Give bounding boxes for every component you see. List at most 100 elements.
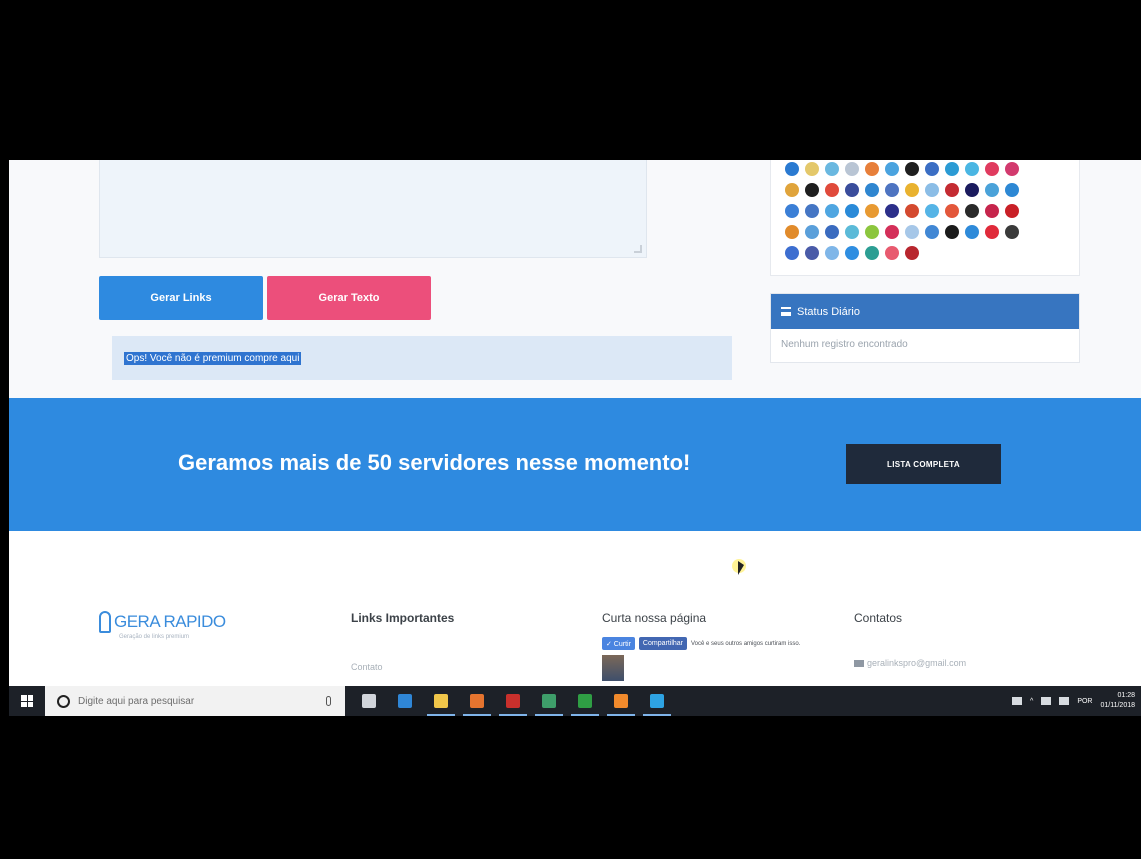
server-logo-icon[interactable]	[785, 246, 799, 260]
taskbar-firefox-button[interactable]	[459, 686, 495, 716]
server-logo-icon[interactable]	[865, 204, 879, 218]
lista-completa-button[interactable]: LISTA COMPLETA	[846, 444, 1001, 484]
server-logo-icon[interactable]	[925, 162, 939, 176]
server-logo-icon[interactable]	[925, 204, 939, 218]
taskbar-search-placeholder: Digite aqui para pesquisar	[78, 695, 195, 707]
tray-expand-icon[interactable]: ^	[1030, 698, 1033, 705]
server-logo-icon[interactable]	[905, 183, 919, 197]
fb-compartilhar-button[interactable]: Compartilhar	[638, 637, 687, 650]
server-logo-icon[interactable]	[825, 162, 839, 176]
server-logo-icon[interactable]	[1005, 162, 1019, 176]
server-logo-icon[interactable]	[785, 225, 799, 239]
start-button[interactable]	[9, 686, 45, 716]
windows-taskbar: Digite aqui para pesquisar ^ POR 01:28 0…	[9, 686, 1141, 716]
server-logo-icon[interactable]	[785, 204, 799, 218]
contatos-title: Contatos	[854, 611, 903, 625]
desktop-screen: Gerar Links Gerar Texto Ops! Você não é …	[9, 160, 1141, 716]
links-importantes-title: Links Importantes	[351, 611, 455, 625]
server-logo-icon[interactable]	[1005, 225, 1019, 239]
server-logo-icon[interactable]	[845, 183, 859, 197]
server-logo-icon[interactable]	[865, 183, 879, 197]
language-indicator[interactable]: POR	[1077, 698, 1092, 705]
premium-alert-link[interactable]: Ops! Você não é premium compre aqui	[124, 351, 302, 365]
network-icon[interactable]	[1041, 697, 1052, 705]
server-logo-icon[interactable]	[865, 162, 879, 176]
taskbar-xampp-button[interactable]	[603, 686, 639, 716]
server-logo-icon[interactable]	[985, 162, 999, 176]
server-logo-icon[interactable]	[805, 246, 819, 260]
facebook-like-widget: ✓ Curtir Compartilhar Você e seus outros…	[602, 637, 800, 650]
server-logo-icon[interactable]	[885, 225, 899, 239]
server-logo-icon[interactable]	[845, 246, 859, 260]
contact-email-text: geralinkspro@gmail.com	[867, 658, 967, 668]
logo-mark-icon	[99, 611, 111, 633]
contact-email[interactable]: geralinkspro@gmail.com	[854, 658, 966, 668]
server-logo-icon[interactable]	[825, 225, 839, 239]
server-logo-icon[interactable]	[985, 225, 999, 239]
server-logo-icon[interactable]	[805, 162, 819, 176]
links-textarea[interactable]	[99, 160, 647, 258]
server-logo-icon[interactable]	[925, 183, 939, 197]
server-logo-icon[interactable]	[905, 162, 919, 176]
mouse-cursor-icon	[738, 561, 744, 575]
server-logo-icon[interactable]	[805, 183, 819, 197]
server-logo-icon[interactable]	[845, 225, 859, 239]
taskbar-app-green-button[interactable]	[531, 686, 567, 716]
server-logo-icon[interactable]	[885, 246, 899, 260]
fb-curtir-button[interactable]: ✓ Curtir	[602, 637, 635, 650]
server-logo-icon[interactable]	[825, 246, 839, 260]
contato-link[interactable]: Contato	[351, 662, 383, 672]
server-icon-row	[785, 204, 1019, 218]
gerar-texto-button[interactable]: Gerar Texto	[267, 276, 431, 320]
server-logo-icon[interactable]	[785, 162, 799, 176]
server-logo-icon[interactable]	[845, 162, 859, 176]
server-logo-icon[interactable]	[845, 204, 859, 218]
server-logo-icon[interactable]	[965, 225, 979, 239]
server-logo-icon[interactable]	[965, 162, 979, 176]
microphone-icon[interactable]	[326, 696, 331, 706]
status-panel: Status Diário Nenhum registro encontrado	[770, 293, 1080, 363]
server-logo-icon[interactable]	[925, 225, 939, 239]
server-logo-icon[interactable]	[945, 183, 959, 197]
server-logo-icon[interactable]	[825, 204, 839, 218]
server-logo-icon[interactable]	[1005, 183, 1019, 197]
server-logo-icon[interactable]	[945, 225, 959, 239]
taskbar-task-view-button[interactable]	[351, 686, 387, 716]
server-logo-icon[interactable]	[865, 225, 879, 239]
taskbar-edge-button[interactable]	[387, 686, 423, 716]
taskbar-file-explorer-button[interactable]	[423, 686, 459, 716]
server-logo-icon[interactable]	[945, 162, 959, 176]
server-logo-icon[interactable]	[905, 225, 919, 239]
server-logo-icon[interactable]	[825, 183, 839, 197]
site-logo[interactable]: GERA RAPIDO	[99, 611, 226, 633]
fb-friend-avatar[interactable]	[602, 655, 624, 681]
server-logo-icon[interactable]	[905, 246, 919, 260]
server-logo-icon[interactable]	[805, 204, 819, 218]
server-logo-icon[interactable]	[865, 246, 879, 260]
edge-icon	[398, 694, 412, 708]
server-logo-icon[interactable]	[905, 204, 919, 218]
server-logo-icon[interactable]	[985, 183, 999, 197]
gerar-links-button[interactable]: Gerar Links	[99, 276, 263, 320]
taskbar-apps	[351, 686, 675, 716]
server-logo-icon[interactable]	[985, 204, 999, 218]
taskbar-filezilla-button[interactable]	[495, 686, 531, 716]
taskbar-skype-button[interactable]	[639, 686, 675, 716]
task-view-icon	[362, 694, 376, 708]
taskbar-search[interactable]: Digite aqui para pesquisar	[45, 686, 345, 716]
server-logo-icon[interactable]	[945, 204, 959, 218]
server-logo-icon[interactable]	[885, 183, 899, 197]
resize-grip-icon[interactable]	[634, 245, 642, 253]
server-logo-icon[interactable]	[965, 204, 979, 218]
taskbar-terminal-button[interactable]	[567, 686, 603, 716]
clock[interactable]: 01:28 01/11/2018	[1100, 691, 1135, 711]
server-logo-icon[interactable]	[885, 204, 899, 218]
server-logo-icon[interactable]	[1005, 204, 1019, 218]
people-icon[interactable]	[1012, 697, 1023, 705]
server-logo-icon[interactable]	[785, 183, 799, 197]
logo-text: GERA RAPIDO	[114, 612, 226, 631]
server-logo-icon[interactable]	[885, 162, 899, 176]
server-logo-icon[interactable]	[965, 183, 979, 197]
server-logo-icon[interactable]	[805, 225, 819, 239]
volume-icon[interactable]	[1059, 697, 1070, 705]
